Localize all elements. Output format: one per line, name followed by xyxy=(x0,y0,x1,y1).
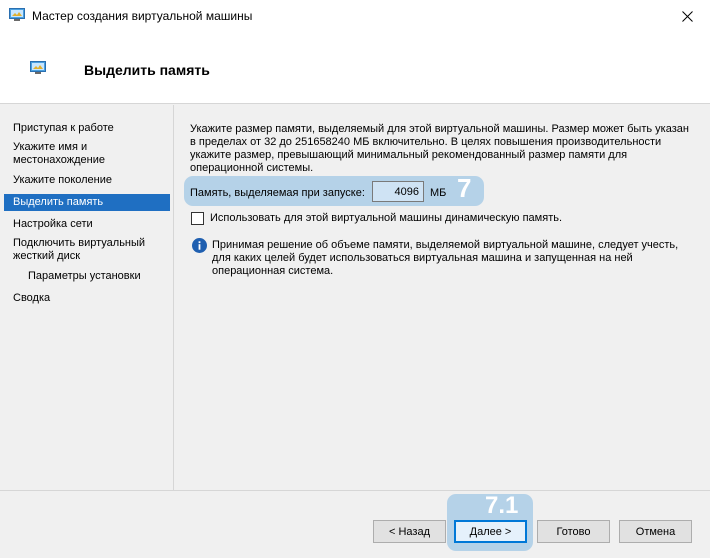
wizard-footer: 7.1 < Назад Далее > Готово Отмена xyxy=(0,490,710,558)
window-title: Мастер создания виртуальной машины xyxy=(32,9,253,23)
wizard-header: Выделить память xyxy=(0,32,710,104)
page-title: Выделить память xyxy=(84,62,210,78)
cancel-button[interactable]: Отмена xyxy=(619,520,692,543)
back-button[interactable]: < Назад xyxy=(373,520,446,543)
annotation-step-badge: 7.1 xyxy=(485,492,519,519)
finish-button[interactable]: Готово xyxy=(537,520,610,543)
step-before-you-begin[interactable]: Приступая к работе xyxy=(4,122,170,135)
step-assign-memory[interactable]: Выделить память xyxy=(4,194,170,211)
step-summary[interactable]: Сводка xyxy=(4,292,170,305)
vm-icon xyxy=(30,61,46,74)
title-bar: Мастер создания виртуальной машины xyxy=(0,0,710,32)
memory-unit-label: МБ xyxy=(430,187,447,199)
next-button[interactable]: Далее > xyxy=(454,520,527,543)
startup-memory-input[interactable] xyxy=(372,181,424,202)
page-description: Укажите размер памяти, выделяемый для эт… xyxy=(190,123,689,174)
close-button[interactable] xyxy=(664,0,710,32)
dynamic-memory-checkbox[interactable] xyxy=(191,212,204,225)
step-specify-generation[interactable]: Укажите поколение xyxy=(4,174,170,187)
step-connect-virtual-hard-disk[interactable]: Подключить виртуальный жесткий диск xyxy=(4,237,170,263)
wizard-steps-sidebar: Приступая к работе Укажите имя и местона… xyxy=(0,105,172,490)
wizard-content: Укажите размер памяти, выделяемый для эт… xyxy=(173,105,710,490)
startup-memory-label: Память, выделяемая при запуске: xyxy=(190,187,365,199)
close-icon xyxy=(681,10,693,22)
step-installation-options[interactable]: Параметры установки xyxy=(4,270,170,283)
dynamic-memory-label[interactable]: Использовать для этой виртуальной машины… xyxy=(210,212,562,224)
step-specify-name-location[interactable]: Укажите имя и местонахождение xyxy=(4,141,170,167)
annotation-step-badge: 7 xyxy=(457,173,472,203)
vm-icon xyxy=(9,8,25,21)
info-icon xyxy=(192,238,207,253)
memory-info-text: Принимая решение об объеме памяти, выдел… xyxy=(212,239,679,277)
step-configure-networking[interactable]: Настройка сети xyxy=(4,218,170,231)
